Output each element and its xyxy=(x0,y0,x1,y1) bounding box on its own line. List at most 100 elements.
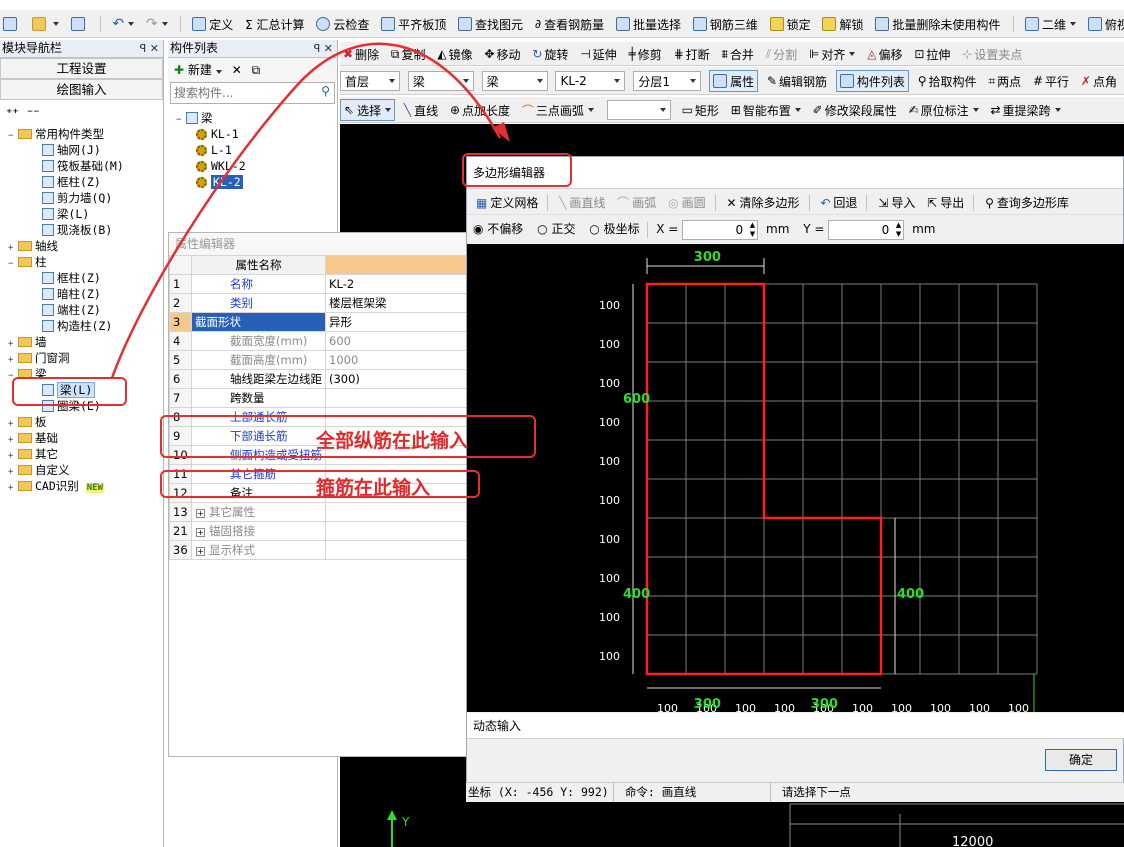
nav-tree-item[interactable]: + 门窗洞 xyxy=(8,350,163,366)
nav-tree-item[interactable]: 框柱(Z) xyxy=(8,174,163,190)
radio-ortho[interactable]: ○ 正交 xyxy=(537,222,575,236)
polygon-canvas[interactable]: 100 100 100 100 100 100 100 100 100 100 100 100 100 1… xyxy=(467,244,1124,715)
view-top-button[interactable]: 俯视 xyxy=(1085,13,1124,35)
nav-tree-item[interactable]: 构造柱(Z) xyxy=(8,318,163,334)
expand-icon[interactable]: + xyxy=(196,509,205,518)
export-button[interactable]: ⇱ 导出 xyxy=(924,192,967,214)
floor-select[interactable]: 首层 xyxy=(340,71,400,91)
rebar3d-button[interactable]: 钢筋三维 xyxy=(690,13,761,35)
y-input[interactable]: 0 ▲ ▼ xyxy=(828,219,905,240)
dynamic-input-tab[interactable]: 动态输入 xyxy=(467,713,1124,739)
property-value[interactable] xyxy=(325,540,467,560)
component-item[interactable]: KL-2 xyxy=(176,174,337,190)
property-value[interactable]: 楼层框架梁 xyxy=(325,293,467,313)
nav-tree-item[interactable]: 梁(L) xyxy=(8,206,163,222)
define-button[interactable]: 定义 xyxy=(189,13,236,35)
tree-root-beam[interactable]: − 梁 xyxy=(176,110,337,126)
move-button[interactable]: ✥ 移动 xyxy=(481,43,523,65)
delete-component-button[interactable]: ✕ xyxy=(232,63,242,77)
two-point-button[interactable]: ⌗ 两点 xyxy=(985,70,1024,92)
property-row[interactable]: 2 类别 楼层框架梁 xyxy=(169,293,467,313)
expand-toggle-icon[interactable]: − xyxy=(8,256,18,272)
nav-tree-item[interactable]: 剪力墙(Q) xyxy=(8,190,163,206)
rotate-button[interactable]: ↻ 旋转 xyxy=(529,43,571,65)
element-select[interactable]: KL-2 xyxy=(555,71,626,91)
ok-button[interactable]: 确定 xyxy=(1045,749,1117,771)
new-component-button[interactable]: ✚ 新建 xyxy=(174,63,222,77)
nav-tree-item[interactable]: 筏板基础(M) xyxy=(8,158,163,174)
property-value[interactable]: 1000 xyxy=(325,350,467,370)
nav-tree-item[interactable]: − 常用构件类型 xyxy=(8,126,163,142)
define-grid-button[interactable]: ▦ 定义网格 xyxy=(473,192,541,214)
component-item[interactable]: WKL-2 xyxy=(176,158,337,174)
stretch-button[interactable]: ⊡ 拉伸 xyxy=(911,43,953,65)
redo-button[interactable]: ↷ xyxy=(143,13,171,35)
nav-tree-item[interactable]: 现浇板(B) xyxy=(8,222,163,238)
sum-button[interactable]: Σ 汇总计算 xyxy=(242,13,307,35)
nav-tree-item[interactable]: − 柱 xyxy=(8,254,163,270)
three-point-arc-button[interactable]: ⌒ 三点画弧 xyxy=(519,99,597,121)
batch-delete-button[interactable]: 批量删除未使用构件 xyxy=(872,13,1003,35)
new-file-button[interactable] xyxy=(0,13,23,35)
category-select[interactable]: 梁 xyxy=(407,71,474,91)
smart-layout-button[interactable]: ⊞ 智能布置 xyxy=(728,99,804,121)
component-item[interactable]: L-1 xyxy=(176,142,337,158)
property-value[interactable]: (300) xyxy=(325,369,467,389)
undo-button[interactable]: ↶ xyxy=(109,13,137,35)
undo-button[interactable]: ↶ 回退 xyxy=(817,192,860,214)
pin-close-icon[interactable]: ꟼ ✕ xyxy=(314,40,333,57)
property-row[interactable]: 5 截面高度(mm) 1000 xyxy=(169,350,467,370)
copy-button[interactable]: ⧉ 复制 xyxy=(388,43,429,65)
lock-button[interactable]: 锁定 xyxy=(767,13,814,35)
expand-all-icon[interactable]: ⁺⁺ xyxy=(6,106,19,120)
x-input[interactable]: 0 ▲ ▼ xyxy=(682,219,759,240)
reextract-span-button[interactable]: ⇄ 重提梁跨 xyxy=(987,99,1063,121)
radio-polar[interactable]: ○ 极坐标 xyxy=(589,222,639,236)
point-length-button[interactable]: ⊕ 点加长度 xyxy=(447,99,513,121)
modify-span-button[interactable]: ✐ 修改梁段属性 xyxy=(810,99,900,121)
project-settings-button[interactable]: 工程设置 xyxy=(0,58,163,79)
nav-tree-item[interactable]: 端柱(Z) xyxy=(8,302,163,318)
view2d-button[interactable]: 二维 xyxy=(1022,13,1079,35)
clear-polygon-button[interactable]: ✕ 清除多边形 xyxy=(723,192,802,214)
subcategory-select[interactable]: 梁 xyxy=(481,71,548,91)
property-row[interactable]: 36 + 显示样式 xyxy=(169,540,467,560)
copy-component-icon[interactable]: ⧉ xyxy=(252,63,261,77)
expand-icon[interactable]: + xyxy=(196,547,205,556)
draw-circle-button[interactable]: ◎ 画圆 xyxy=(665,192,709,214)
nav-tree-item[interactable]: 暗柱(Z) xyxy=(8,286,163,302)
merge-button[interactable]: ⩩ 合并 xyxy=(719,43,757,65)
original-mark-button[interactable]: ✍ 原位标注 xyxy=(906,99,982,121)
spin-icon[interactable]: ▲ ▼ xyxy=(896,221,901,239)
open-file-button[interactable] xyxy=(29,13,62,35)
view-rebar-button[interactable]: ∂ 查看钢筋量 xyxy=(532,13,607,35)
search-icon[interactable]: ⚲ xyxy=(321,84,330,98)
nav-expand-collapse[interactable]: ⁺⁺ ⁻⁻ xyxy=(0,100,163,126)
mirror-button[interactable]: ◭ 镜像 xyxy=(434,43,475,65)
parallel-button[interactable]: # 平行 xyxy=(1030,70,1072,92)
pick-component-button[interactable]: ⚲ 拾取构件 xyxy=(915,70,980,92)
layer-select[interactable]: 分层1 xyxy=(633,71,702,91)
nav-tree-item[interactable]: + 其它 xyxy=(8,446,163,462)
point-angle-button[interactable]: ✗ 点角 xyxy=(1078,70,1120,92)
draw-input-button[interactable]: 绘图输入 xyxy=(0,79,163,100)
split-button[interactable]: ⫽ 分割 xyxy=(763,43,800,65)
property-value[interactable] xyxy=(325,502,467,522)
find-button[interactable]: 查找图元 xyxy=(455,13,526,35)
property-row[interactable]: 6 轴线距梁左边线距 (300) xyxy=(169,369,467,389)
delete-button[interactable]: ✖ 删除 xyxy=(340,43,382,65)
set-point-button[interactable]: ⊹ 设置夹点 xyxy=(959,43,1025,65)
expand-toggle-icon[interactable]: − xyxy=(8,128,18,144)
nav-tree-item[interactable]: 框柱(Z) xyxy=(8,270,163,286)
property-row[interactable]: 3 截面形状 异形 xyxy=(169,312,467,332)
unlock-button[interactable]: 解锁 xyxy=(819,13,866,35)
nav-tree-item[interactable]: + 板 xyxy=(8,414,163,430)
nav-tree-item[interactable]: + 基础 xyxy=(8,430,163,446)
query-library-button[interactable]: ⚲ 查询多边形库 xyxy=(982,192,1072,214)
property-row[interactable]: 4 截面宽度(mm) 600 xyxy=(169,331,467,351)
component-item[interactable]: KL-1 xyxy=(176,126,337,142)
save-button[interactable] xyxy=(68,13,91,35)
component-search-input[interactable] xyxy=(171,83,309,103)
draw-arc-button[interactable]: ⌒ 画弧 xyxy=(614,192,659,214)
property-value[interactable] xyxy=(325,521,467,541)
